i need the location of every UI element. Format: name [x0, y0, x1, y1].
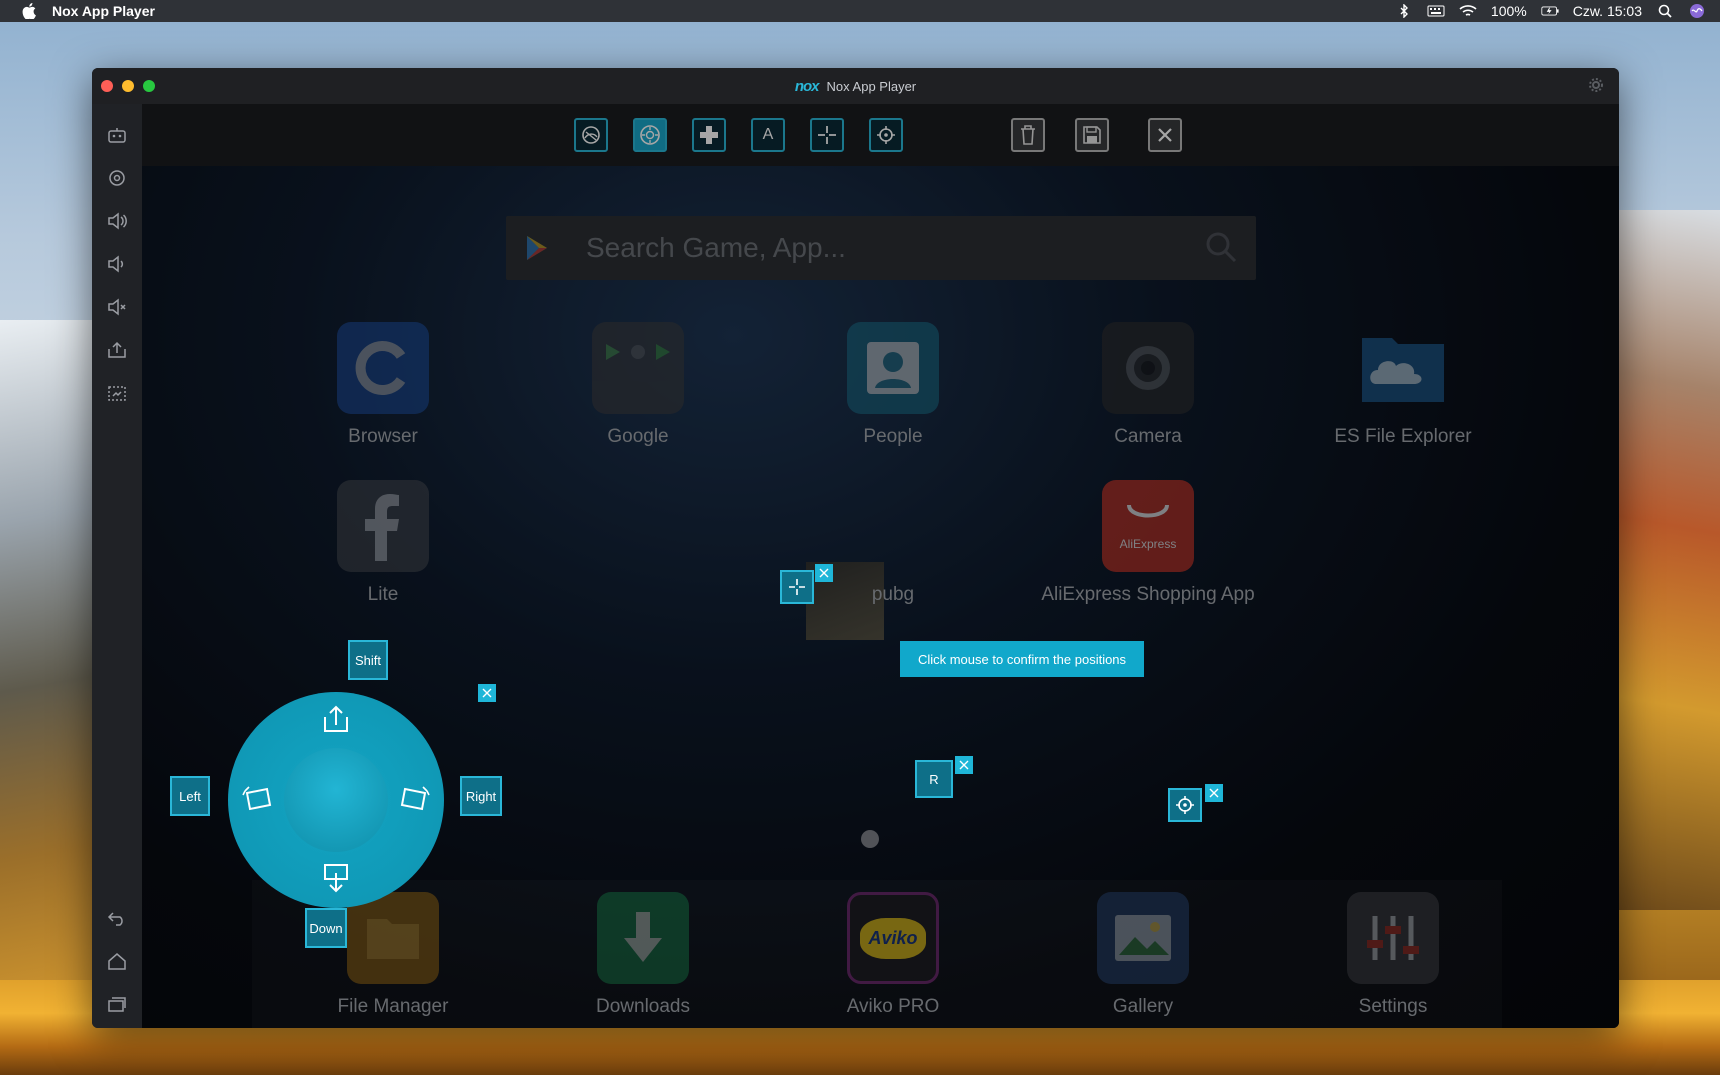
apk-install-icon[interactable]: [105, 338, 129, 362]
desktop-wallpaper-right: [1605, 210, 1720, 910]
desktop-wallpaper-left: [0, 320, 100, 980]
left-key-binding[interactable]: Left: [170, 776, 210, 816]
r-key-label: R: [929, 771, 939, 787]
dpad-left-arrow-icon[interactable]: [236, 780, 276, 820]
nox-logo: nox: [794, 77, 820, 95]
dpad-down-arrow-icon[interactable]: [316, 858, 356, 898]
menubar-clock[interactable]: Czw. 15:03: [1573, 3, 1642, 19]
battery-icon[interactable]: [1541, 4, 1559, 18]
wifi-icon[interactable]: [1459, 4, 1477, 18]
crosshair-remove-icon[interactable]: [815, 564, 833, 582]
robot-icon[interactable]: [105, 123, 129, 147]
window-title-wrap: nox Nox App Player: [795, 78, 916, 95]
volume-down-icon[interactable]: [105, 252, 129, 276]
spotlight-search-icon[interactable]: [1656, 4, 1674, 18]
window-close-button[interactable]: [101, 80, 113, 92]
volume-up-icon[interactable]: [105, 209, 129, 233]
right-key-label: Right: [465, 788, 497, 804]
android-screen[interactable]: A Search Game, App... Browser Google Peo…: [142, 104, 1619, 1028]
right-key-binding[interactable]: Right: [460, 776, 502, 816]
down-key-label: Down: [309, 920, 343, 936]
down-key-binding[interactable]: Down: [305, 908, 347, 948]
nox-window: nox Nox App Player A Search Game, App...…: [92, 68, 1619, 1028]
window-titlebar[interactable]: nox Nox App Player: [92, 68, 1619, 104]
screenshot-icon[interactable]: [105, 381, 129, 405]
menu-bar: Nox App Player 100% Czw. 15:03: [0, 0, 1720, 22]
window-controls: [101, 80, 155, 92]
dpad-widget[interactable]: [228, 692, 444, 908]
menubar-app-name[interactable]: Nox App Player: [52, 3, 155, 19]
sidebar-nav-group: [105, 887, 129, 1028]
back-icon[interactable]: [105, 906, 129, 930]
apple-icon[interactable]: [20, 3, 38, 19]
keyboard-icon[interactable]: [1427, 4, 1445, 18]
shift-key-label: Shift: [354, 652, 381, 668]
bluetooth-icon[interactable]: [1395, 4, 1413, 18]
location-icon[interactable]: [105, 166, 129, 190]
window-title: Nox App Player: [826, 78, 917, 94]
dpad-up-arrow-icon[interactable]: [316, 700, 356, 740]
dpad-remove-icon[interactable]: [478, 684, 496, 702]
nox-sidebar: [92, 104, 142, 1028]
window-minimize-button[interactable]: [122, 80, 134, 92]
r-key-binding[interactable]: R: [915, 760, 953, 798]
left-key-label: Left: [179, 788, 201, 804]
battery-percent: 100%: [1490, 3, 1527, 19]
window-zoom-button[interactable]: [143, 80, 155, 92]
fire-binding[interactable]: [1168, 788, 1202, 822]
r-key-remove-icon[interactable]: [955, 756, 973, 774]
fire-remove-icon[interactable]: [1205, 784, 1223, 802]
confirm-position-tooltip: Click mouse to confirm the positions: [900, 641, 1144, 677]
settings-gear-icon[interactable]: [1589, 78, 1605, 94]
mute-icon[interactable]: [105, 295, 129, 319]
shift-key-binding[interactable]: Shift: [348, 640, 388, 680]
siri-icon[interactable]: [1688, 4, 1706, 18]
recent-apps-icon[interactable]: [105, 992, 129, 1016]
home-icon[interactable]: [105, 949, 129, 973]
dpad-right-arrow-icon[interactable]: [396, 780, 436, 820]
dpad-center[interactable]: [284, 748, 388, 852]
crosshair-binding[interactable]: [780, 570, 814, 604]
